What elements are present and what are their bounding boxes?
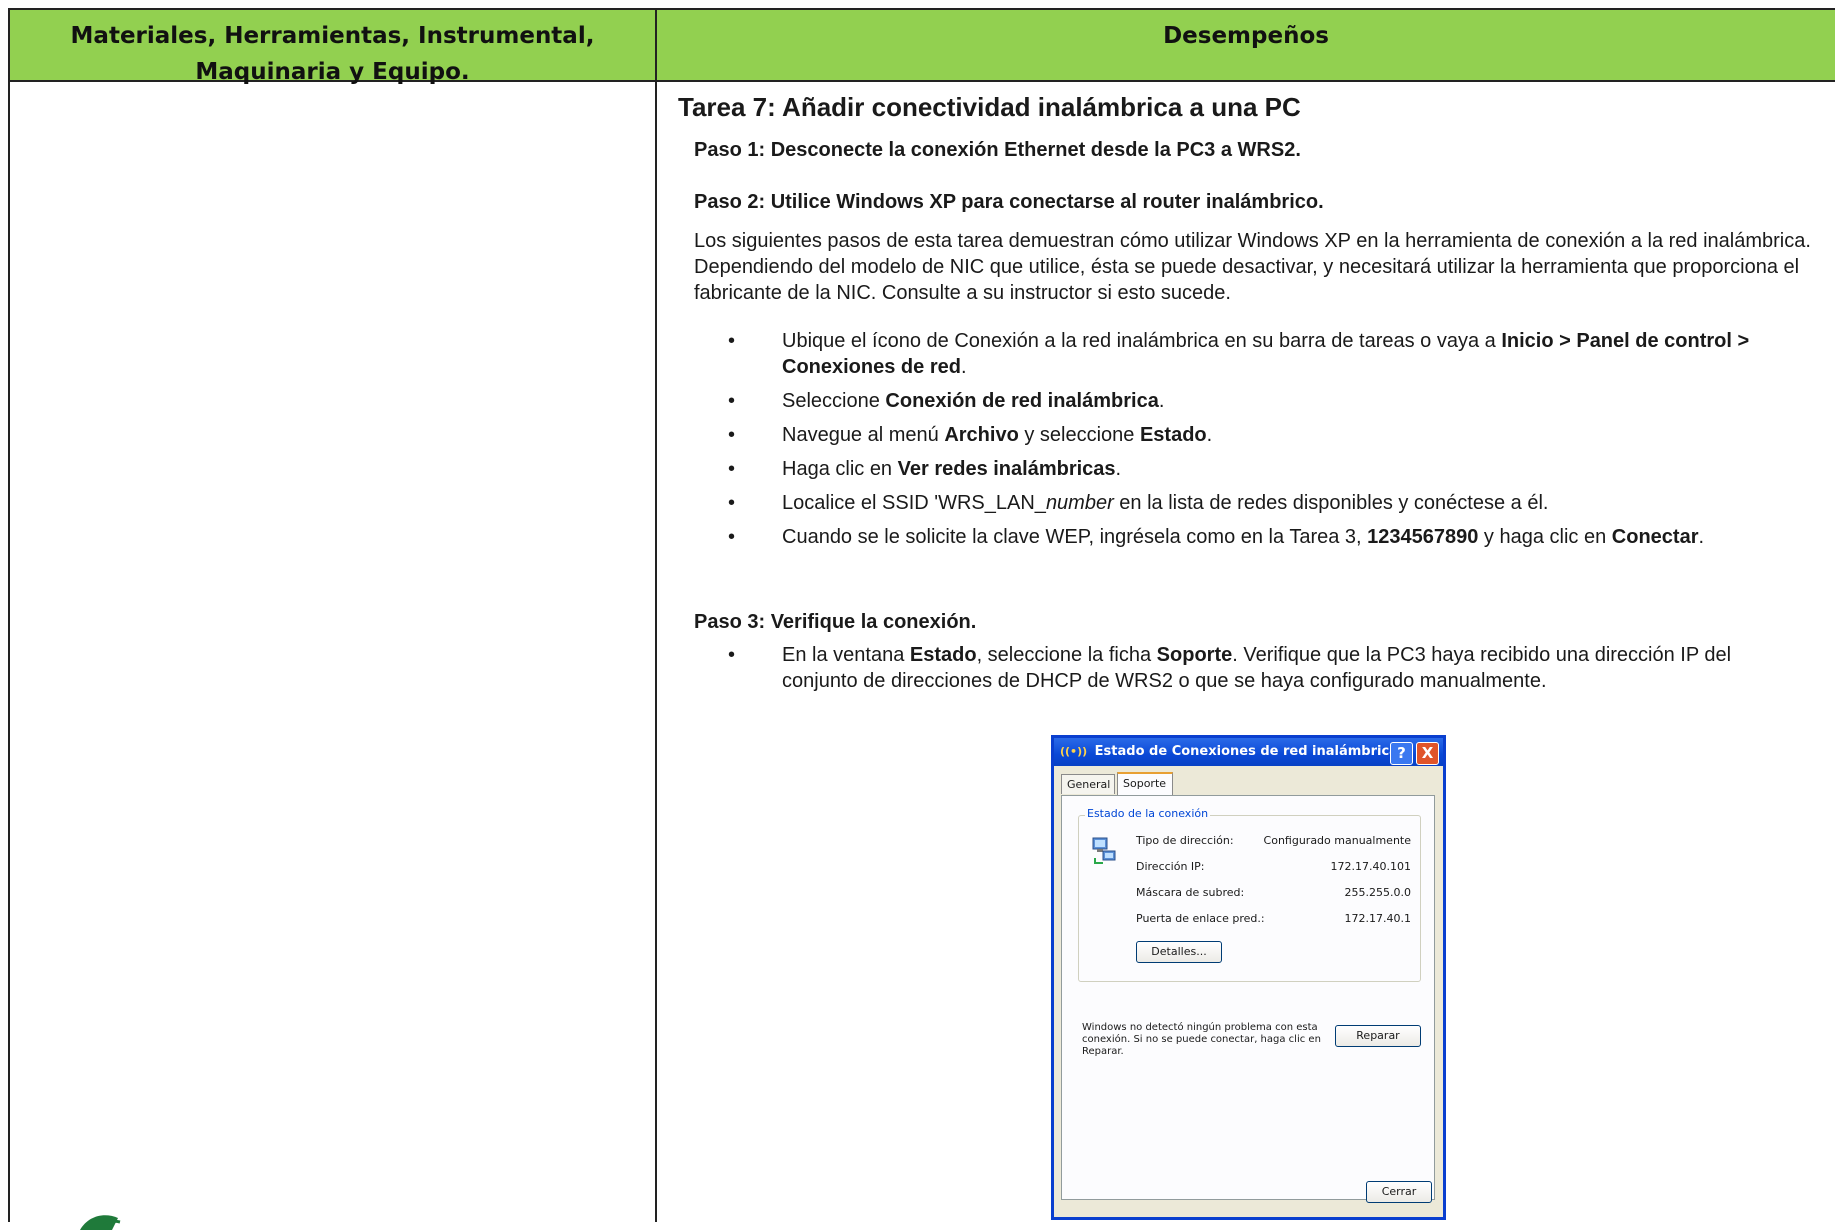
dialog-titlebar[interactable]: ((•)) Estado de Conexiones de red inalám…: [1054, 738, 1443, 766]
list-item: Seleccione Conexión de red inalámbrica.: [728, 388, 1808, 414]
tab-soporte[interactable]: Soporte: [1117, 772, 1173, 796]
row-mascara-subred: Máscara de subred: 255.255.0.0: [1136, 886, 1411, 899]
header-desempenos-label: Desempeños: [1163, 23, 1329, 49]
list-item: Haga clic en Ver redes inalámbricas.: [728, 456, 1808, 482]
list-item: Ubique el ícono de Conexión a la red ina…: [728, 328, 1808, 380]
row-direccion-ip: Dirección IP: 172.17.40.101: [1136, 860, 1411, 873]
list-item: Navegue al menú Archivo y seleccione Est…: [728, 422, 1808, 448]
row-tipo-direccion: Tipo de dirección: Configurado manualmen…: [1136, 834, 1411, 847]
help-button[interactable]: ?: [1390, 742, 1413, 765]
group-label: Estado de la conexión: [1085, 807, 1211, 820]
details-button[interactable]: Detalles...: [1136, 941, 1222, 963]
dialog-title: Estado de Conexiones de red inalámbricas: [1094, 744, 1406, 759]
step-2: Paso 2: Utilice Windows XP para conectar…: [694, 191, 1324, 213]
step-2-list: Ubique el ícono de Conexión a la red ina…: [728, 328, 1808, 558]
soporte-panel: Estado de la conexión Tipo de dirección:…: [1061, 795, 1435, 1200]
repair-message: Windows no detectó ningún problema con e…: [1082, 1022, 1321, 1057]
header-materials-line1: Materiales, Herramientas, Instrumental,: [70, 23, 595, 49]
repair-button[interactable]: Reparar: [1335, 1025, 1421, 1047]
tab-general[interactable]: General: [1061, 774, 1115, 794]
row-puerta-enlace: Puerta de enlace pred.: 172.17.40.1: [1136, 912, 1411, 925]
close-button[interactable]: Cerrar: [1366, 1181, 1432, 1203]
connection-status-dialog: ((•)) Estado de Conexiones de red inalám…: [1051, 735, 1446, 1220]
list-item: Localice el SSID 'WRS_LAN_number en la l…: [728, 490, 1808, 516]
step-3-list: En la ventana Estado, seleccione la fich…: [728, 642, 1808, 702]
close-icon[interactable]: X: [1416, 742, 1439, 765]
task-title: Tarea 7: Añadir conectividad inalámbrica…: [678, 92, 1301, 122]
step-1: Paso 1: Desconecte la conexión Ethernet …: [694, 139, 1301, 161]
logo-icon: [80, 1215, 121, 1230]
wireless-icon: ((•)): [1060, 745, 1088, 758]
list-item: En la ventana Estado, seleccione la fich…: [728, 642, 1808, 694]
header-materials: Materiales, Herramientas, Instrumental, …: [8, 8, 657, 85]
step-3: Paso 3: Verifique la conexión.: [694, 611, 977, 633]
connection-status-group: Estado de la conexión Tipo de dirección:…: [1078, 807, 1421, 982]
step-2-paragraph: Los siguientes pasos de esta tarea demue…: [694, 230, 1811, 304]
list-item: Cuando se le solicite la clave WEP, ingr…: [728, 524, 1808, 550]
materials-column: [8, 80, 657, 1222]
task-content: Tarea 7: Añadir conectividad inalámbrica…: [678, 92, 1818, 692]
network-computers-icon: [1092, 837, 1116, 864]
header-desempenos: Desempeños: [655, 8, 1835, 82]
